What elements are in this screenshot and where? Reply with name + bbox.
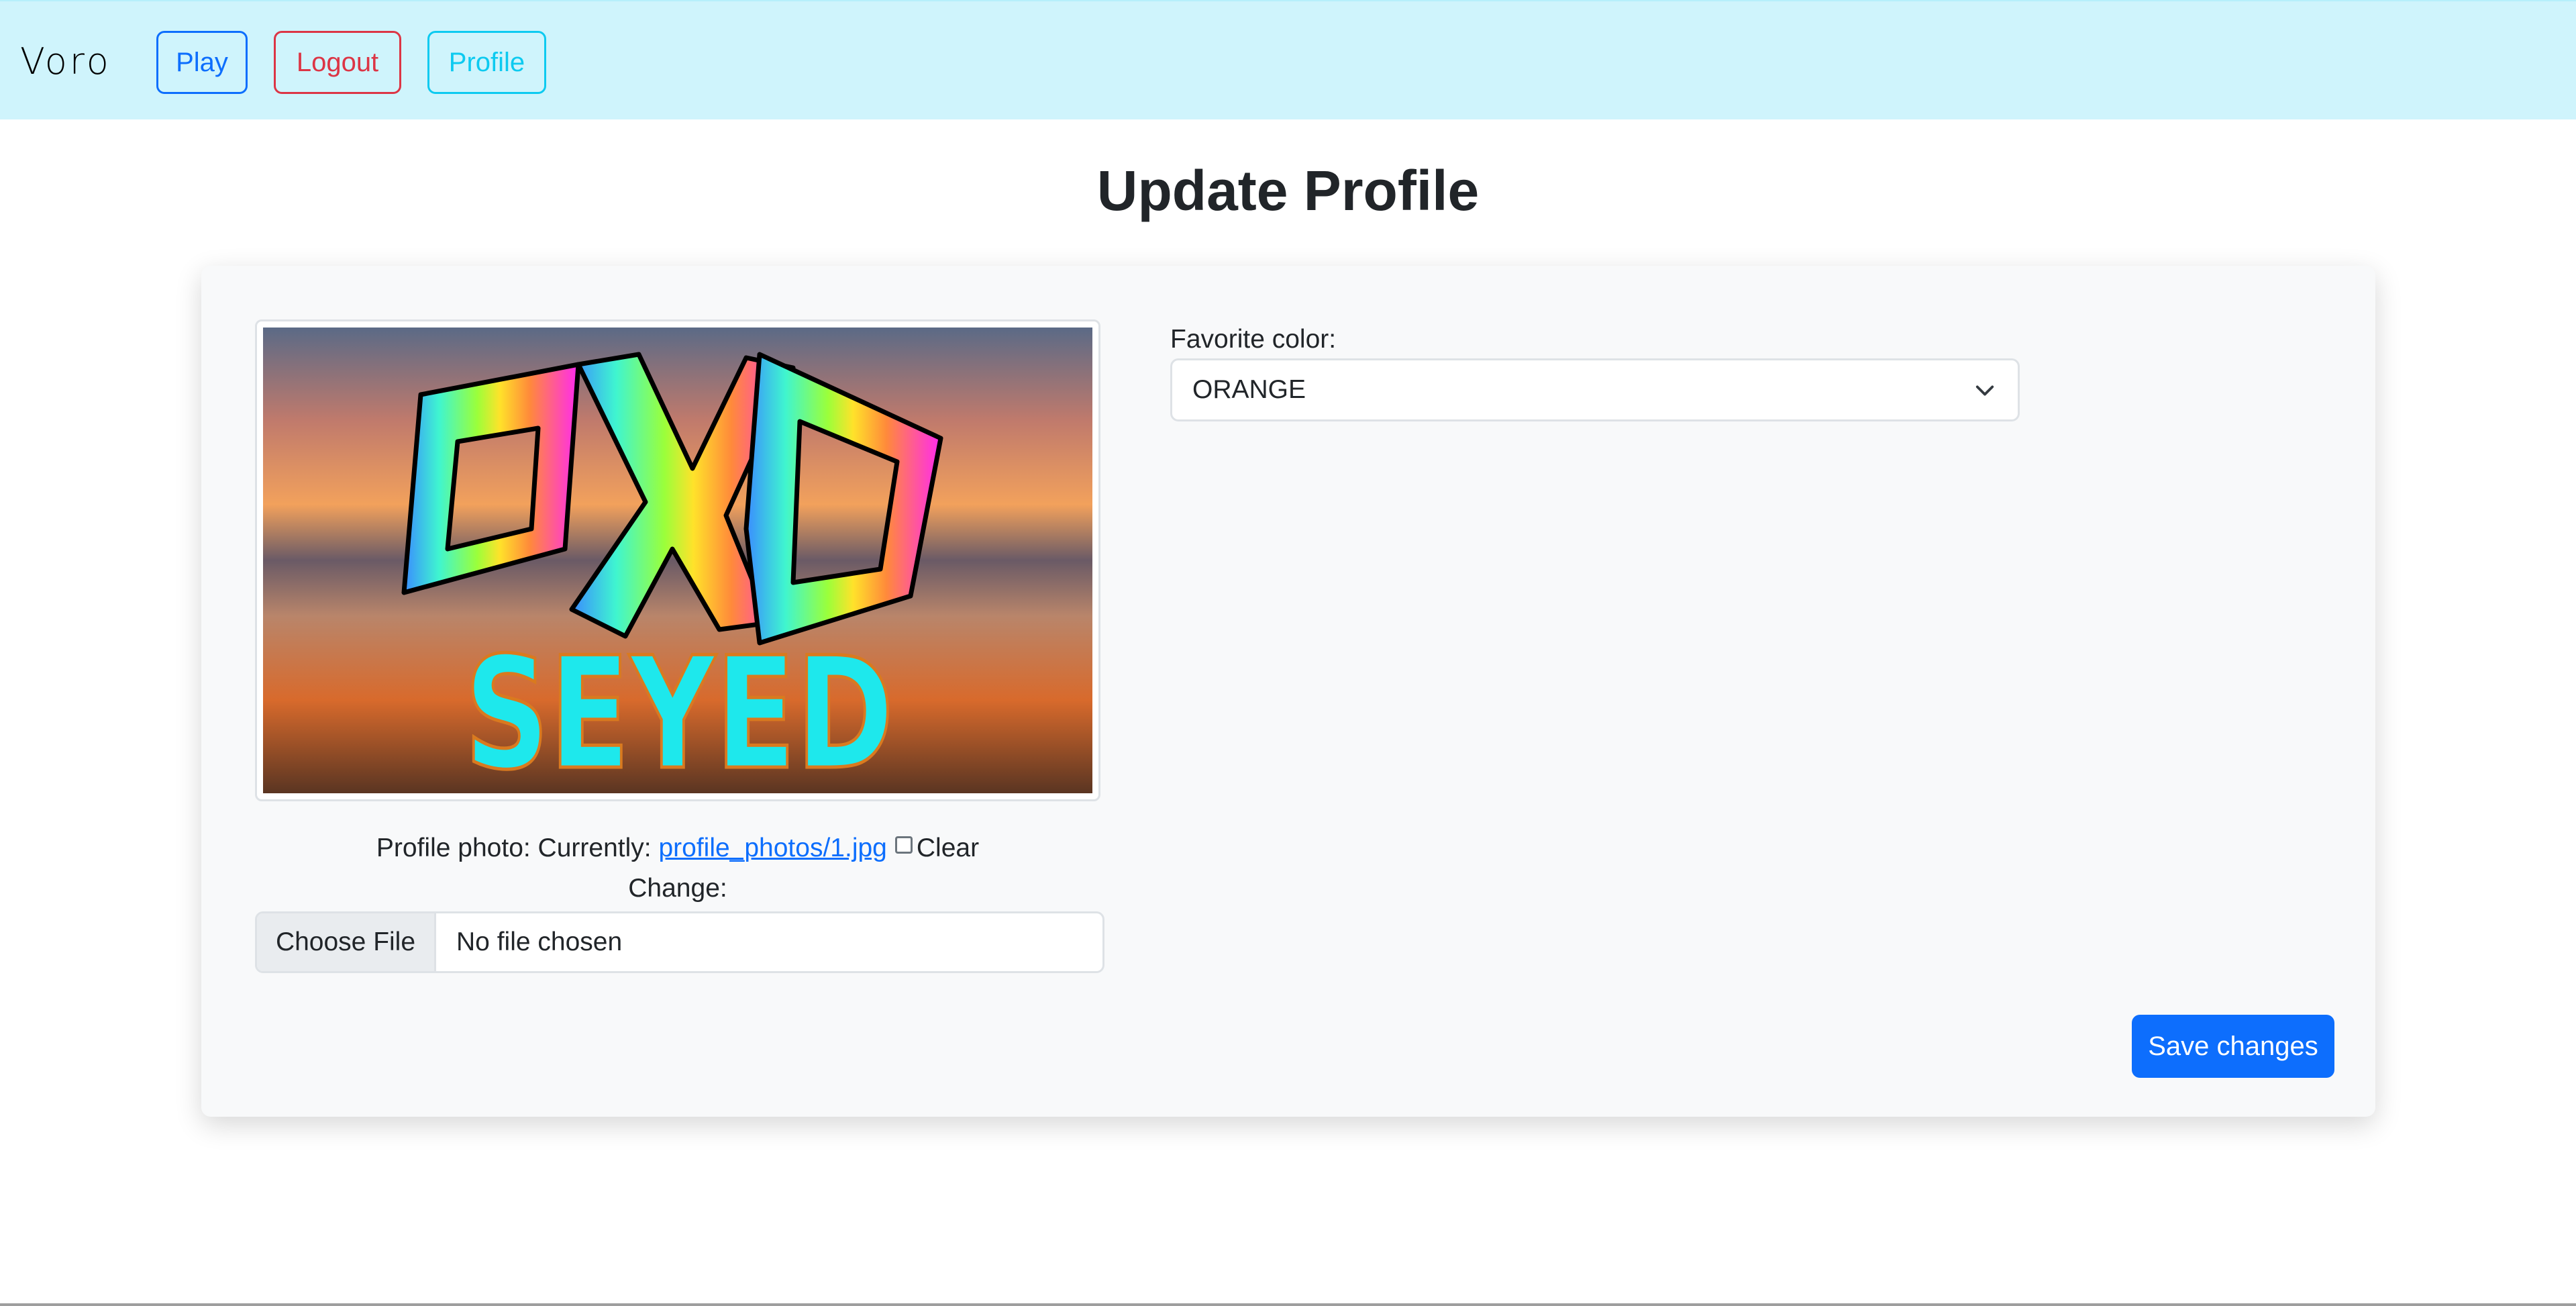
profile-photo-preview: SEYED xyxy=(255,319,1100,801)
brand-logo[interactable]: Voro xyxy=(20,40,111,83)
profile-photo-image: SEYED xyxy=(263,328,1092,793)
bottom-divider xyxy=(0,1303,2576,1306)
file-status-text: No file chosen xyxy=(456,927,623,956)
chevron-down-icon xyxy=(1975,385,1994,396)
page-title: Update Profile xyxy=(1096,159,1480,222)
profile-photo-status: Profile photo: Currently: profile_photos… xyxy=(255,834,1100,863)
top-navbar: Voro Play Logout Profile xyxy=(0,0,2576,119)
favorite-color-value: ORANGE xyxy=(1192,375,1306,404)
save-changes-button[interactable]: Save changes xyxy=(2132,1015,2334,1078)
clear-label: Clear xyxy=(916,834,980,862)
play-button[interactable]: Play xyxy=(156,31,248,94)
current-photo-link[interactable]: profile_photos/1.jpg xyxy=(658,834,886,862)
clear-checkbox[interactable] xyxy=(894,836,913,854)
change-label: Change: xyxy=(628,874,727,903)
logout-button[interactable]: Logout xyxy=(274,31,401,94)
profile-photo-label: Profile photo: Currently: xyxy=(376,834,652,862)
choose-file-button[interactable]: Choose File xyxy=(257,913,436,971)
profile-button[interactable]: Profile xyxy=(427,31,546,94)
file-input[interactable]: Choose File No file chosen xyxy=(255,911,1104,973)
favorite-color-select[interactable]: ORANGE xyxy=(1170,358,2020,421)
photo-overlay-text: SEYED xyxy=(464,625,894,793)
favorite-color-label: Favorite color: xyxy=(1170,325,1337,354)
profile-form-card: SEYED Profile photo: Currently: profile_… xyxy=(201,266,2375,1117)
